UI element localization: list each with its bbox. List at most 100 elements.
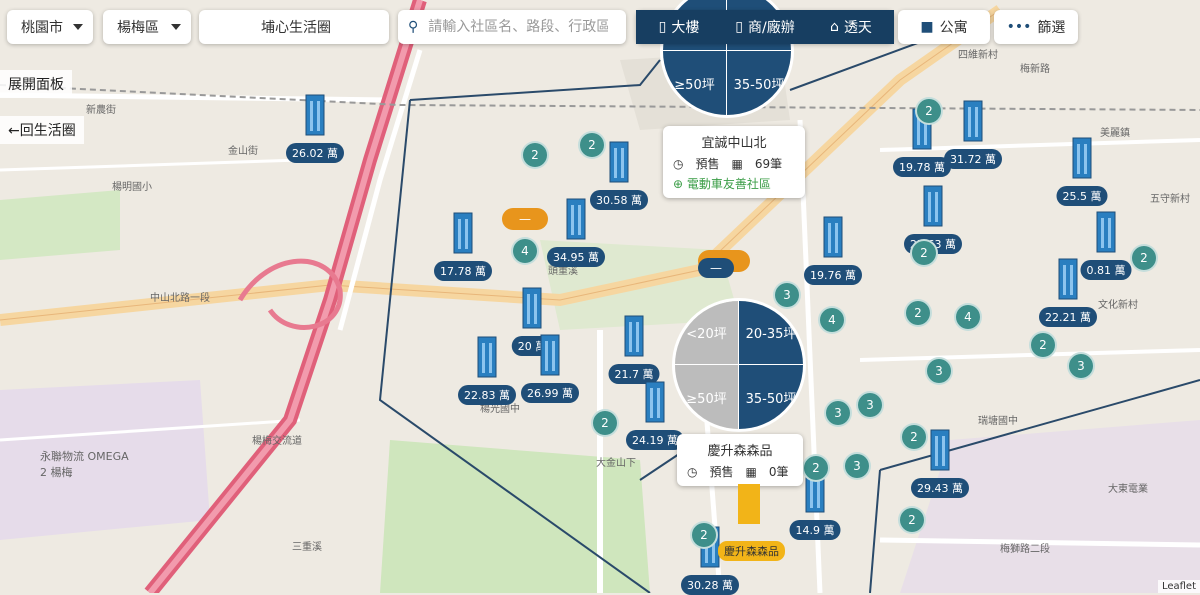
building-marker-icon[interactable] bbox=[564, 197, 588, 241]
map-label-interchange: 楊梅交流道 bbox=[252, 436, 302, 447]
price-pill[interactable]: 29.43 萬 bbox=[911, 478, 969, 498]
building-marker-icon[interactable] bbox=[303, 93, 327, 137]
building-marker-icon[interactable] bbox=[538, 333, 562, 377]
cluster-marker[interactable]: 4 bbox=[954, 303, 982, 331]
building-marker-icon[interactable] bbox=[520, 286, 544, 330]
cube-icon: ■ bbox=[920, 19, 934, 35]
building-marker-icon[interactable] bbox=[921, 184, 945, 228]
building-marker-icon[interactable] bbox=[961, 99, 985, 143]
pie-slice-50plus[interactable]: ≥50坪 bbox=[663, 51, 727, 115]
cluster-marker[interactable]: 2 bbox=[1130, 244, 1158, 272]
area-select-value: 埔心生活圈 bbox=[261, 20, 331, 36]
building-marker-icon[interactable] bbox=[821, 215, 845, 259]
pie-slice-20-35[interactable]: 20-35坪 bbox=[739, 301, 803, 365]
price-pill[interactable]: 24.19 萬 bbox=[626, 430, 684, 450]
popup-status: 預售 bbox=[695, 157, 720, 171]
area-select[interactable]: 埔心生活圈 bbox=[199, 10, 389, 44]
pie-slice-50plus[interactable]: ≥50坪 bbox=[675, 365, 739, 429]
map-label-place: 四維新村 bbox=[958, 50, 998, 61]
building-marker-icon[interactable] bbox=[475, 335, 499, 379]
map-label-place: 五守新村 bbox=[1150, 194, 1190, 205]
price-pill[interactable]: 14.9 萬 bbox=[789, 520, 841, 540]
selected-marker-pill[interactable]: — bbox=[698, 258, 734, 278]
pie-slice-35-50[interactable]: 35-50坪 bbox=[739, 365, 803, 429]
back-to-area-button[interactable]: ←回生活圈 bbox=[0, 116, 84, 144]
price-pill[interactable]: 31.72 萬 bbox=[944, 149, 1002, 169]
popup-project-top[interactable]: 宜誠中山北 ◷ 預售 ▦ 69筆 ⊕ 電動車友善社區 bbox=[663, 126, 805, 198]
building-type-toggle[interactable]: ▯ 大樓 ▯ 商/廠辦 ⌂ 透天 bbox=[636, 10, 894, 44]
cluster-marker[interactable]: 2 bbox=[910, 239, 938, 267]
building-marker-icon[interactable] bbox=[451, 211, 475, 255]
search-box[interactable]: ⚲ bbox=[398, 10, 626, 44]
cluster-marker[interactable]: 3 bbox=[856, 391, 884, 419]
district-select[interactable]: 楊梅區 bbox=[103, 10, 191, 44]
cluster-marker[interactable]: 2 bbox=[521, 141, 549, 169]
price-pill[interactable]: 26.99 萬 bbox=[521, 383, 579, 403]
cluster-marker[interactable]: 2 bbox=[802, 454, 830, 482]
building-marker-icon[interactable] bbox=[1070, 136, 1094, 180]
plus-circle-icon: ⊕ bbox=[673, 177, 684, 191]
price-pill[interactable]: 26.02 萬 bbox=[286, 143, 344, 163]
price-pill[interactable]: 30.28 萬 bbox=[681, 575, 739, 595]
pie-slice-under20[interactable]: <20坪 bbox=[675, 301, 739, 365]
pie-slice-35-50[interactable]: 35-50坪 bbox=[727, 51, 791, 115]
building-marker-icon[interactable] bbox=[643, 380, 667, 424]
price-pill[interactable]: 22.21 萬 bbox=[1039, 307, 1097, 327]
building-marker-icon[interactable] bbox=[928, 428, 952, 472]
cluster-marker[interactable]: 2 bbox=[904, 299, 932, 327]
price-pill[interactable]: 34.95 萬 bbox=[547, 247, 605, 267]
expand-panel-button[interactable]: 展開面板 bbox=[0, 70, 72, 98]
cluster-marker[interactable]: 3 bbox=[843, 452, 871, 480]
popup-title: 宜誠中山北 bbox=[701, 136, 767, 151]
cluster-marker[interactable]: 2 bbox=[1029, 331, 1057, 359]
size-pie-mid[interactable]: <20坪 20-35坪 ≥50坪 35-50坪 bbox=[672, 298, 806, 432]
cluster-marker[interactable]: 2 bbox=[690, 521, 718, 549]
cluster-marker[interactable]: 4 bbox=[511, 237, 539, 265]
building-marker-icon[interactable] bbox=[1094, 210, 1118, 254]
cluster-marker[interactable]: 2 bbox=[898, 506, 926, 534]
project-marker[interactable] bbox=[738, 484, 760, 524]
building-marker-icon[interactable] bbox=[607, 140, 631, 184]
house-icon: ⌂ bbox=[830, 19, 839, 35]
map-label-road: 新農街 bbox=[86, 105, 116, 116]
price-pill[interactable]: 22.83 萬 bbox=[458, 385, 516, 405]
orange-marker-pill[interactable]: — bbox=[502, 208, 548, 230]
map-label-road: 中山北路一段 bbox=[150, 293, 210, 304]
tower-icon: ▯ bbox=[658, 19, 667, 35]
cluster-marker[interactable]: 4 bbox=[818, 306, 846, 334]
type-tower-button[interactable]: ▯ 大樓 bbox=[636, 10, 722, 44]
search-input[interactable] bbox=[426, 18, 611, 36]
city-select-value: 桃園市 bbox=[21, 20, 63, 36]
apartment-button[interactable]: ■ 公寓 bbox=[898, 10, 990, 44]
cluster-marker[interactable]: 3 bbox=[925, 357, 953, 385]
price-pill[interactable]: 0.81 萬 bbox=[1080, 260, 1132, 280]
price-pill[interactable]: 17.78 萬 bbox=[434, 261, 492, 281]
type-house-button[interactable]: ⌂ 透天 bbox=[808, 10, 894, 44]
map-label-road: 梅獅路二段 bbox=[1000, 544, 1050, 555]
popup-count: 0筆 bbox=[768, 465, 789, 479]
map-label-place: 三重溪 bbox=[292, 542, 322, 553]
project-tag[interactable]: 慶升森森品 bbox=[718, 541, 785, 561]
price-pill[interactable]: 19.78 萬 bbox=[893, 157, 951, 177]
cluster-marker[interactable]: 3 bbox=[1067, 352, 1095, 380]
cluster-marker[interactable]: 2 bbox=[578, 131, 606, 159]
type-office-button[interactable]: ▯ 商/廠辦 bbox=[722, 10, 808, 44]
price-pill[interactable]: 30.58 萬 bbox=[590, 190, 648, 210]
building-marker-icon[interactable] bbox=[1056, 257, 1080, 301]
cluster-marker[interactable]: 3 bbox=[824, 399, 852, 427]
map-attribution[interactable]: Leaflet bbox=[1157, 580, 1200, 593]
cluster-marker[interactable]: 2 bbox=[900, 423, 928, 451]
city-select[interactable]: 桃園市 bbox=[7, 10, 93, 44]
building-icon: ▦ bbox=[731, 156, 743, 171]
caret-down-icon bbox=[73, 24, 83, 30]
type-label: 大樓 bbox=[671, 20, 700, 36]
price-pill[interactable]: 19.76 萬 bbox=[804, 265, 862, 285]
type-label: 商/廠辦 bbox=[748, 20, 795, 36]
price-pill[interactable]: 25.5 萬 bbox=[1056, 186, 1108, 206]
map-label-road: 梅新路 bbox=[1020, 64, 1050, 75]
building-marker-icon[interactable] bbox=[622, 314, 646, 358]
cluster-marker[interactable]: 2 bbox=[915, 97, 943, 125]
cluster-marker[interactable]: 2 bbox=[591, 409, 619, 437]
filter-button[interactable]: ••• 篩選 bbox=[994, 10, 1078, 44]
popup-project-bottom[interactable]: 慶升森森品 ◷ 預售 ▦ 0筆 bbox=[677, 434, 803, 486]
